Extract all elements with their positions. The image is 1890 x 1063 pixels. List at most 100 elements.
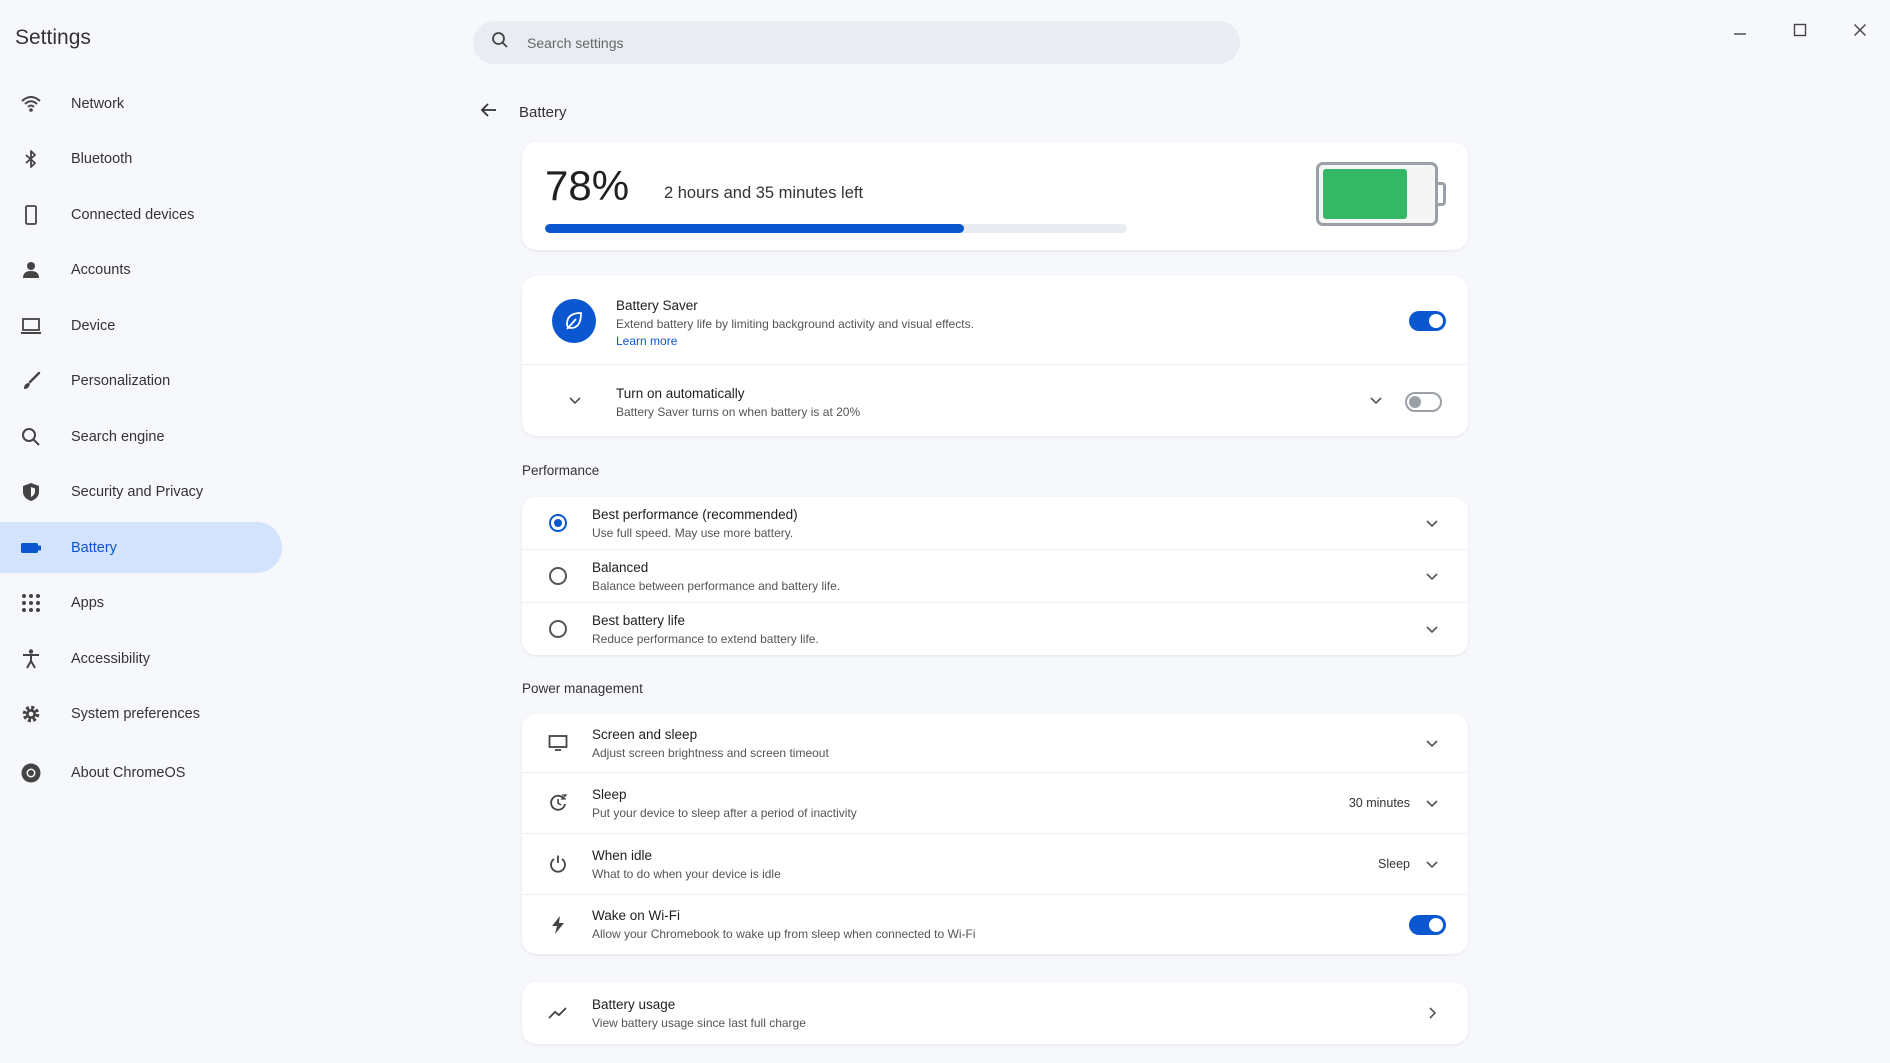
chevron-right-icon[interactable] xyxy=(1422,1003,1442,1023)
battery-graphic-cap xyxy=(1438,182,1446,206)
radio-button[interactable] xyxy=(546,617,570,641)
radio-button[interactable] xyxy=(546,511,570,535)
chevron-down-icon[interactable] xyxy=(1422,733,1442,753)
chevron-down-icon[interactable] xyxy=(1422,619,1442,639)
performance-option-best-battery-life[interactable]: Best battery life Reduce performance to … xyxy=(522,603,1468,655)
turn-on-automatically-toggle[interactable] xyxy=(1405,392,1442,412)
leaf-icon xyxy=(552,299,596,343)
learn-more-link[interactable]: Learn more xyxy=(616,334,677,348)
chevron-down-icon[interactable] xyxy=(1422,566,1442,586)
performance-option-balanced[interactable]: Balanced Balance between performance and… xyxy=(522,550,1468,602)
lightning-icon xyxy=(546,913,570,937)
sidebar-item-device[interactable]: Device xyxy=(0,300,282,351)
performance-heading: Performance xyxy=(522,463,600,478)
sidebar-item-battery[interactable]: Battery xyxy=(0,522,282,573)
search-icon xyxy=(491,31,509,54)
sidebar-item-label: About ChromeOS xyxy=(71,765,186,781)
row-subtitle: What to do when your device is idle xyxy=(592,866,781,881)
sidebar-item-search-engine[interactable]: Search engine xyxy=(0,411,282,462)
sidebar-item-label: Connected devices xyxy=(71,206,195,223)
sleep-value[interactable]: 30 minutes xyxy=(1349,796,1410,810)
chevron-down-icon[interactable] xyxy=(1368,392,1384,413)
battery-usage-row[interactable]: Battery usage View battery usage since l… xyxy=(522,982,1468,1044)
option-text: Best battery life Reduce performance to … xyxy=(592,613,819,646)
sidebar-item-accessibility[interactable]: Accessibility xyxy=(0,633,282,684)
row-subtitle: Adjust screen brightness and screen time… xyxy=(592,745,829,760)
turn-on-automatically-subtitle: Battery Saver turns on when battery is a… xyxy=(616,405,861,419)
wake-on-wifi-toggle[interactable] xyxy=(1409,915,1446,935)
row-subtitle: Allow your Chromebook to wake up from sl… xyxy=(592,927,976,941)
back-button[interactable] xyxy=(476,99,502,125)
sidebar-item-label: Security and Privacy xyxy=(71,484,204,500)
when-idle-value[interactable]: Sleep xyxy=(1378,857,1410,871)
sidebar: Network Bluetooth Connected devices Acco… xyxy=(0,78,282,803)
turn-on-automatically-text: Turn on automatically Battery Saver turn… xyxy=(616,386,860,419)
sidebar-item-personalization[interactable]: Personalization xyxy=(0,356,282,407)
battery-progress-bar xyxy=(545,224,1127,233)
battery-percent: 78% xyxy=(545,162,630,209)
sidebar-item-label: Battery xyxy=(71,539,117,556)
bluetooth-icon xyxy=(20,148,42,170)
search-input[interactable] xyxy=(527,34,1167,51)
row-text: When idle What to do when your device is… xyxy=(592,848,781,881)
row-title: Wake on Wi-Fi xyxy=(592,908,681,923)
sidebar-item-label: Personalization xyxy=(71,373,171,389)
chevron-down-icon[interactable] xyxy=(1422,854,1442,874)
screen-and-sleep-row[interactable]: Screen and sleep Adjust screen brightnes… xyxy=(522,714,1468,772)
sidebar-item-apps[interactable]: Apps xyxy=(0,578,282,629)
sidebar-item-label: Accounts xyxy=(71,262,131,278)
sidebar-item-network[interactable]: Network xyxy=(0,78,282,129)
battery-progress-fill xyxy=(545,224,965,233)
row-text: Sleep Put your device to sleep after a p… xyxy=(592,787,857,820)
sidebar-item-system-preferences[interactable]: System preferences xyxy=(0,689,282,740)
time-left-text: 2 hours and 35 minutes left xyxy=(664,184,864,202)
monitor-icon xyxy=(546,731,570,755)
when-idle-row[interactable]: When idle What to do when your device is… xyxy=(522,834,1468,894)
row-text: Wake on Wi-Fi Allow your Chromebook to w… xyxy=(592,908,976,941)
shield-icon xyxy=(20,481,42,503)
option-title: Best performance (recommended) xyxy=(592,506,798,522)
search-bar[interactable] xyxy=(473,21,1240,64)
chevron-down-icon[interactable] xyxy=(1422,793,1442,813)
option-subtitle: Reduce performance to extend battery lif… xyxy=(592,631,819,646)
row-text: Battery usage View battery usage since l… xyxy=(592,997,806,1030)
radio-button[interactable] xyxy=(546,564,570,588)
sidebar-item-security-and-privacy[interactable]: Security and Privacy xyxy=(0,467,282,518)
battery-graphic-icon xyxy=(1316,162,1446,226)
search-icon xyxy=(20,426,42,448)
sidebar-item-connected-devices[interactable]: Connected devices xyxy=(0,189,282,240)
battery-graphic-body xyxy=(1316,162,1438,226)
close-button[interactable] xyxy=(1830,12,1890,48)
sidebar-item-label: System preferences xyxy=(71,706,200,722)
battery-icon xyxy=(20,537,42,559)
sleep-row[interactable]: Sleep Put your device to sleep after a p… xyxy=(522,773,1468,833)
battery-saver-card: Battery Saver Extend battery life by lim… xyxy=(522,276,1468,436)
brush-icon xyxy=(20,370,42,392)
expand-chevron-down-icon[interactable] xyxy=(567,392,583,413)
power-management-card: Screen and sleep Adjust screen brightnes… xyxy=(522,714,1468,954)
row-subtitle: View battery usage since last full charg… xyxy=(592,1015,806,1030)
sidebar-item-about-chromeos[interactable]: About ChromeOS xyxy=(0,748,282,799)
performance-option-best-performance[interactable]: Best performance (recommended) Use full … xyxy=(522,497,1468,549)
row-subtitle: Put your device to sleep after a period … xyxy=(592,805,857,820)
wifi-icon xyxy=(20,93,42,115)
maximize-button[interactable] xyxy=(1770,12,1830,48)
minimize-button[interactable] xyxy=(1710,12,1770,48)
battery-usage-card[interactable]: Battery usage View battery usage since l… xyxy=(522,982,1468,1044)
sidebar-item-accounts[interactable]: Accounts xyxy=(0,245,282,296)
option-subtitle: Balance between performance and battery … xyxy=(592,578,841,593)
sidebar-item-label: Device xyxy=(71,317,116,334)
sidebar-item-label: Apps xyxy=(71,595,105,611)
battery-saver-title: Battery Saver xyxy=(616,298,698,313)
performance-card: Best performance (recommended) Use full … xyxy=(522,497,1468,655)
battery-saver-toggle[interactable] xyxy=(1409,311,1446,331)
wake-on-wifi-row: Wake on Wi-Fi Allow your Chromebook to w… xyxy=(522,895,1468,954)
sidebar-item-label: Network xyxy=(71,95,125,112)
sleep-timer-icon xyxy=(546,791,570,815)
chevron-down-icon[interactable] xyxy=(1422,513,1442,533)
chrome-icon xyxy=(20,762,42,784)
sidebar-item-label: Bluetooth xyxy=(71,151,133,167)
sidebar-item-label: Search engine xyxy=(71,428,165,445)
battery-graphic-fill xyxy=(1323,169,1408,219)
sidebar-item-bluetooth[interactable]: Bluetooth xyxy=(0,134,282,185)
